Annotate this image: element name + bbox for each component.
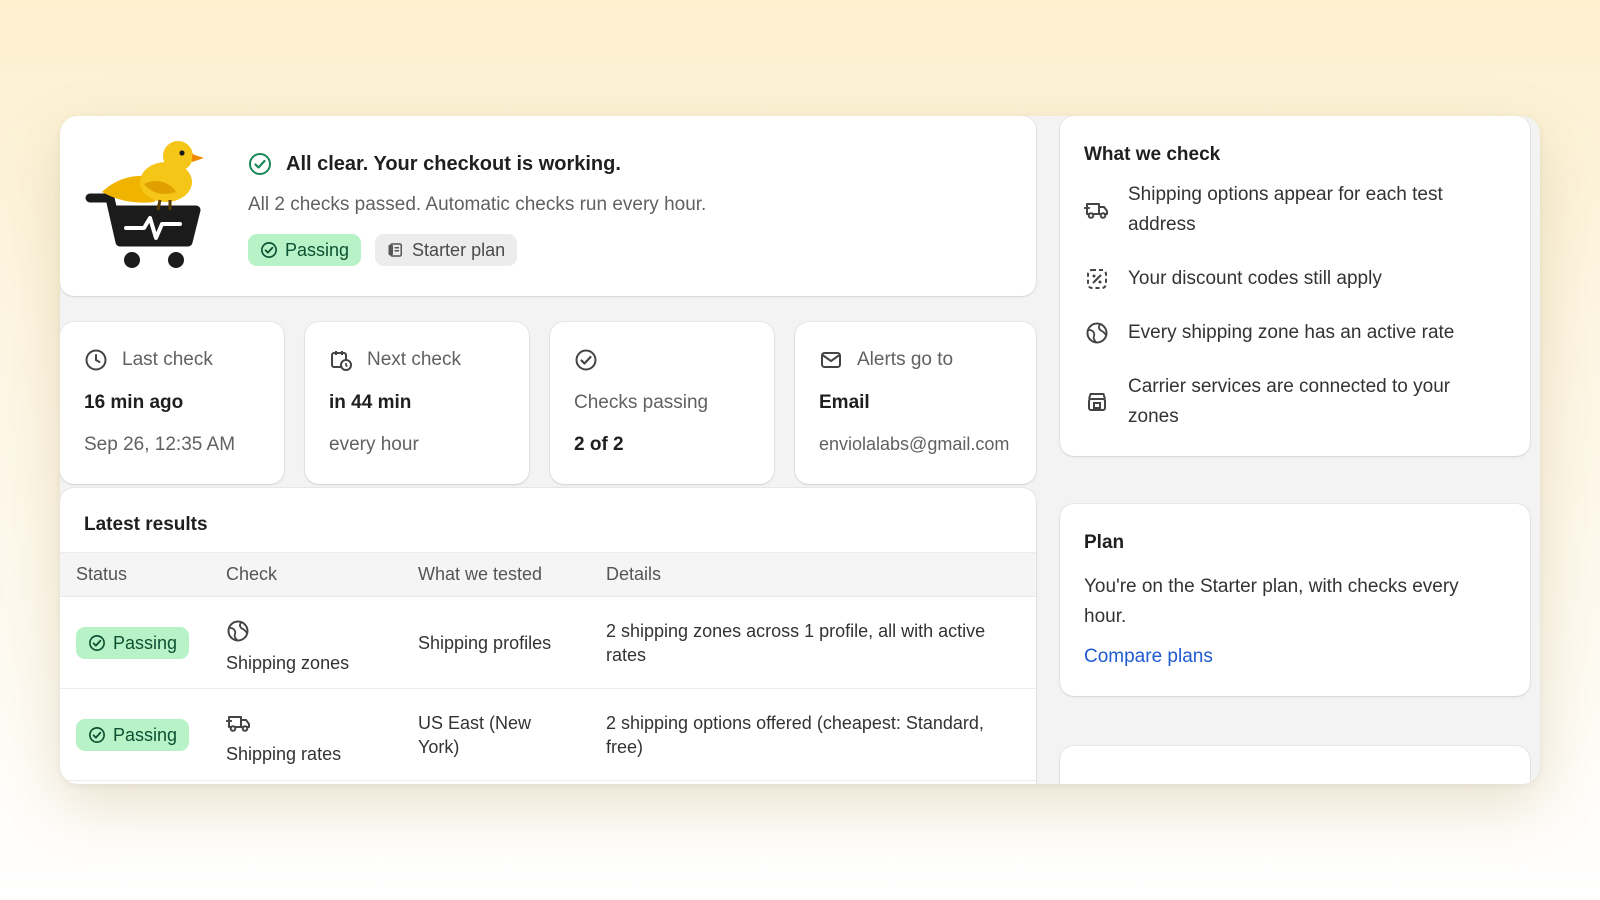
truck-icon bbox=[226, 712, 386, 734]
plan-icon bbox=[387, 241, 405, 259]
stat-last-check: Last check 16 min ago Sep 26, 12:35 AM bbox=[60, 322, 284, 484]
globe-icon bbox=[226, 619, 386, 643]
check-item-text: Shipping options appear for each test ad… bbox=[1128, 184, 1443, 235]
stat-value: 16 min ago bbox=[84, 392, 184, 413]
check-list-item: Shipping options appear for each test ad… bbox=[1084, 180, 1504, 240]
results-table: Status Check What we tested Details Pass… bbox=[60, 552, 1036, 781]
globe-icon bbox=[1084, 321, 1110, 345]
compare-plans-link[interactable]: Compare plans bbox=[1084, 646, 1213, 668]
next-card-peek bbox=[1060, 746, 1530, 784]
latest-results-card: Latest results Status Check What we test… bbox=[60, 488, 1036, 784]
check-name: Shipping zones bbox=[226, 652, 350, 673]
stat-checks-passing: Checks passing 2 of 2 bbox=[550, 322, 774, 484]
table-header-row: Status Check What we tested Details bbox=[60, 552, 1036, 597]
column-header: What we tested bbox=[402, 552, 590, 597]
calendar-clock-icon bbox=[329, 348, 353, 372]
plan-title: Plan bbox=[1084, 532, 1125, 553]
stat-label: Alerts go to bbox=[857, 349, 954, 370]
details-cell: 2 shipping zones across 1 profile, all w… bbox=[590, 596, 1036, 689]
stat-sub: every hour bbox=[329, 434, 419, 455]
check-circle-icon bbox=[248, 152, 272, 176]
discount-icon bbox=[1084, 267, 1110, 291]
what-we-check-title: What we check bbox=[1084, 144, 1221, 165]
plan-badge-label: Starter plan bbox=[412, 239, 506, 260]
check-cell: Shipping zones bbox=[210, 596, 402, 689]
app-frame: All clear. Your checkout is working. All… bbox=[60, 116, 1540, 784]
check-list-item: Carrier services are connected to your z… bbox=[1084, 372, 1504, 432]
check-circle-icon bbox=[260, 241, 278, 259]
status-headline: All clear. Your checkout is working. bbox=[286, 152, 621, 175]
stat-label: Next check bbox=[367, 349, 461, 370]
plan-badge: Starter plan bbox=[375, 234, 518, 266]
check-item-text: Your discount codes still apply bbox=[1128, 268, 1382, 289]
canary-cart-logo bbox=[84, 138, 214, 274]
stat-sub: Sep 26, 12:35 AM bbox=[84, 434, 236, 455]
stat-next-check: Next check in 44 min every hour bbox=[305, 322, 529, 484]
check-list-item: Your discount codes still apply bbox=[1084, 264, 1504, 294]
column-header: Details bbox=[590, 552, 1036, 597]
truck-icon bbox=[1084, 199, 1110, 221]
clock-icon bbox=[84, 348, 108, 372]
check-name: Shipping rates bbox=[226, 743, 342, 764]
stat-value: in 44 min bbox=[329, 392, 412, 413]
check-circle-icon bbox=[88, 726, 106, 744]
check-item-text: Carrier services are connected to your z… bbox=[1128, 376, 1451, 427]
plan-card: Plan You're on the Starter plan, with ch… bbox=[1060, 504, 1530, 696]
check-circle-icon bbox=[88, 634, 106, 652]
status-cell: Passing bbox=[60, 688, 210, 781]
check-list-item: Every shipping zone has an active rate bbox=[1084, 318, 1504, 348]
status-subtext: All 2 checks passed. Automatic checks ru… bbox=[248, 194, 707, 215]
passing-badge: Passing bbox=[248, 234, 362, 266]
tested-cell: US East (New York) bbox=[402, 688, 590, 781]
stat-label: Last check bbox=[122, 349, 213, 370]
status-cell: Passing bbox=[60, 596, 210, 689]
stat-value: Email bbox=[819, 392, 870, 413]
plan-description: You're on the Starter plan, with checks … bbox=[1084, 576, 1459, 627]
column-header: Check bbox=[210, 552, 402, 597]
passing-badge: Passing bbox=[76, 626, 190, 659]
stat-alerts: Alerts go to Email enviolalabs@gmail.com bbox=[795, 322, 1036, 484]
passing-badge-label: Passing bbox=[285, 239, 350, 260]
store-icon bbox=[1084, 390, 1110, 414]
table-row[interactable]: Passing Shipping zones Shipping profiles… bbox=[60, 596, 1036, 689]
check-cell: Shipping rates bbox=[210, 688, 402, 781]
table-row[interactable]: Passing Shipping rates US East (New York… bbox=[60, 688, 1036, 781]
what-we-check-card: What we check Shipping options appear fo… bbox=[1060, 116, 1530, 456]
check-item-text: Every shipping zone has an active rate bbox=[1128, 322, 1455, 343]
check-circle-icon bbox=[574, 348, 598, 372]
email-icon bbox=[819, 348, 843, 372]
stat-sub: 2 of 2 bbox=[574, 434, 624, 455]
status-hero-card: All clear. Your checkout is working. All… bbox=[60, 116, 1036, 296]
stat-value: Checks passing bbox=[574, 392, 709, 413]
passing-badge: Passing bbox=[76, 718, 190, 751]
results-title: Latest results bbox=[84, 514, 208, 535]
tested-cell: Shipping profiles bbox=[402, 596, 590, 689]
column-header: Status bbox=[60, 552, 210, 597]
passing-badge-label: Passing bbox=[113, 724, 178, 745]
details-cell: 2 shipping options offered (cheapest: St… bbox=[590, 688, 1036, 781]
passing-badge-label: Passing bbox=[113, 632, 178, 653]
alert-email: enviolalabs@gmail.com bbox=[819, 434, 1010, 454]
